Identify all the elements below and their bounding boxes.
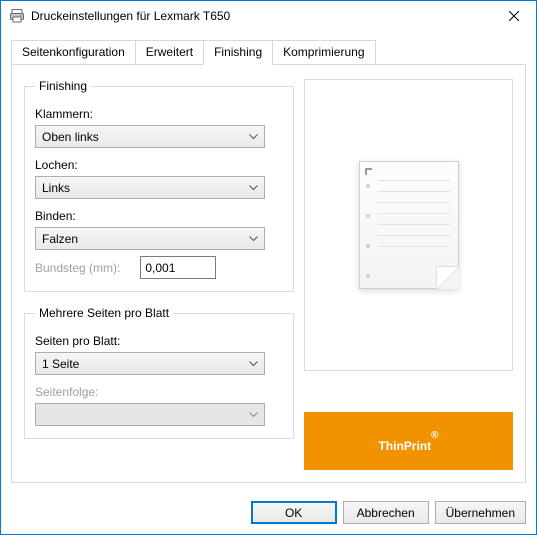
tab-panel-finishing: Finishing Klammern: Oben links Lochen: L… bbox=[11, 64, 526, 483]
order-select bbox=[35, 403, 265, 426]
button-bar: OK Abbrechen Übernehmen bbox=[1, 493, 536, 534]
chevron-down-icon bbox=[249, 412, 258, 418]
tab-page-config[interactable]: Seitenkonfiguration bbox=[11, 40, 136, 65]
punch-value: Links bbox=[42, 181, 70, 195]
gutter-input[interactable] bbox=[140, 256, 216, 279]
pps-select[interactable]: 1 Seite bbox=[35, 352, 265, 375]
staple-icon bbox=[364, 166, 376, 178]
close-icon bbox=[509, 11, 519, 21]
chevron-down-icon bbox=[249, 185, 258, 191]
chevron-down-icon bbox=[249, 236, 258, 242]
content-area: Seitenkonfiguration Erweitert Finishing … bbox=[1, 31, 536, 493]
brand-logo: ThinPrint® bbox=[378, 426, 438, 457]
cancel-button[interactable]: Abbrechen bbox=[343, 501, 429, 524]
preview-pane bbox=[304, 79, 513, 371]
chevron-down-icon bbox=[249, 134, 258, 140]
finishing-group: Finishing Klammern: Oben links Lochen: L… bbox=[24, 79, 294, 292]
brand-banner: ThinPrint® bbox=[304, 412, 513, 470]
staple-value: Oben links bbox=[42, 130, 99, 144]
nup-legend: Mehrere Seiten pro Blatt bbox=[35, 306, 173, 320]
order-label: Seitenfolge: bbox=[35, 385, 283, 399]
punch-holes bbox=[366, 184, 370, 278]
tab-finishing[interactable]: Finishing bbox=[203, 40, 273, 65]
dialog-window: Druckeinstellungen für Lexmark T650 Seit… bbox=[0, 0, 537, 535]
pps-label: Seiten pro Blatt: bbox=[35, 334, 283, 348]
apply-button[interactable]: Übernehmen bbox=[435, 501, 526, 524]
bind-label: Binden: bbox=[35, 209, 283, 223]
titlebar: Druckeinstellungen für Lexmark T650 bbox=[1, 1, 536, 31]
gutter-label: Bundsteg (mm): bbox=[35, 261, 120, 275]
tab-compression[interactable]: Komprimierung bbox=[272, 40, 375, 65]
staple-label: Klammern: bbox=[35, 107, 283, 121]
finishing-legend: Finishing bbox=[35, 79, 91, 93]
tab-strip: Seitenkonfiguration Erweitert Finishing … bbox=[11, 39, 526, 64]
pps-value: 1 Seite bbox=[42, 357, 79, 371]
right-column: ThinPrint® bbox=[304, 79, 513, 470]
bind-select[interactable]: Falzen bbox=[35, 227, 265, 250]
window-title: Druckeinstellungen für Lexmark T650 bbox=[31, 9, 491, 23]
staple-select[interactable]: Oben links bbox=[35, 125, 265, 148]
gutter-row: Bundsteg (mm): bbox=[35, 256, 283, 279]
nup-group: Mehrere Seiten pro Blatt Seiten pro Blat… bbox=[24, 306, 294, 439]
tab-advanced[interactable]: Erweitert bbox=[135, 40, 204, 65]
left-column: Finishing Klammern: Oben links Lochen: L… bbox=[24, 79, 294, 470]
punch-label: Lochen: bbox=[35, 158, 283, 172]
ok-button[interactable]: OK bbox=[251, 501, 337, 524]
page-lines bbox=[378, 180, 450, 257]
page-preview bbox=[359, 161, 459, 289]
chevron-down-icon bbox=[249, 361, 258, 367]
printer-icon bbox=[9, 8, 25, 24]
punch-select[interactable]: Links bbox=[35, 176, 265, 199]
close-button[interactable] bbox=[491, 1, 536, 31]
bind-value: Falzen bbox=[42, 232, 78, 246]
